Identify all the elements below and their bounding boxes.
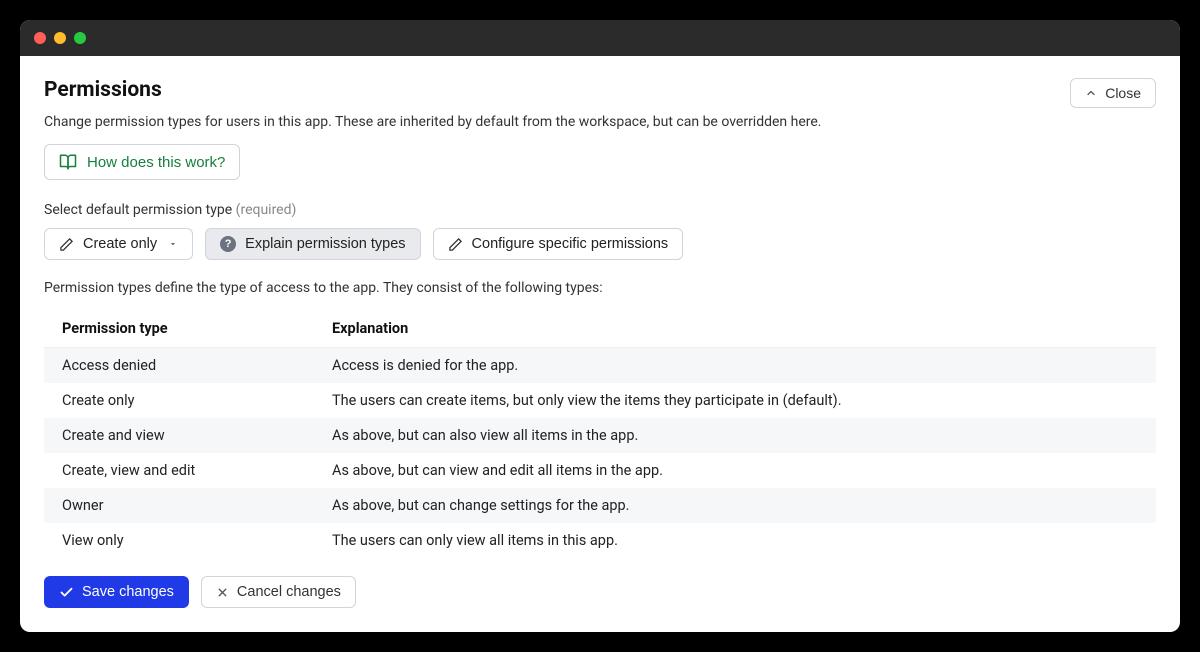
cell-expl: As above, but can view and edit all item…	[314, 453, 1156, 488]
cancel-label: Cancel changes	[237, 584, 341, 600]
close-label: Close	[1105, 85, 1141, 101]
types-description: Permission types define the type of acce…	[44, 280, 1156, 296]
header-row: Permissions Close	[44, 78, 1156, 108]
cell-expl: The users can only view all items in thi…	[314, 523, 1156, 558]
caret-down-icon	[168, 239, 178, 249]
help-circle-icon: ?	[220, 236, 236, 252]
cell-type: Access denied	[44, 348, 314, 384]
how-works-label: How does this work?	[87, 154, 225, 171]
cancel-button[interactable]: Cancel changes	[201, 576, 356, 608]
x-icon	[216, 586, 229, 599]
page-title: Permissions	[44, 78, 162, 102]
required-indicator: (required)	[236, 202, 297, 218]
cell-expl: The users can create items, but only vie…	[314, 383, 1156, 418]
table-row: Create and viewAs above, but can also vi…	[44, 418, 1156, 453]
titlebar	[20, 20, 1180, 56]
create-only-dropdown[interactable]: Create only	[44, 228, 193, 260]
how-works-button[interactable]: How does this work?	[44, 144, 240, 180]
col-header-type: Permission type	[44, 310, 314, 348]
cell-type: Create only	[44, 383, 314, 418]
content-area: Permissions Close Change permission type…	[20, 56, 1180, 632]
col-header-expl: Explanation	[314, 310, 1156, 348]
app-window: Permissions Close Change permission type…	[20, 20, 1180, 632]
window-close-dot[interactable]	[34, 32, 46, 44]
check-icon	[59, 585, 74, 600]
cell-type: View only	[44, 523, 314, 558]
table-body: Access deniedAccess is denied for the ap…	[44, 348, 1156, 559]
table-row: Access deniedAccess is denied for the ap…	[44, 348, 1156, 384]
pencil-icon	[448, 237, 463, 252]
save-label: Save changes	[82, 584, 174, 600]
table-row: Create, view and editAs above, but can v…	[44, 453, 1156, 488]
window-max-dot[interactable]	[74, 32, 86, 44]
configure-specific-button[interactable]: Configure specific permissions	[433, 228, 684, 260]
table-row: OwnerAs above, but can change settings f…	[44, 488, 1156, 523]
table-row: Create onlyThe users can create items, b…	[44, 383, 1156, 418]
configure-label: Configure specific permissions	[472, 236, 669, 252]
cell-expl: As above, but can change settings for th…	[314, 488, 1156, 523]
cell-type: Owner	[44, 488, 314, 523]
explain-types-button[interactable]: ? Explain permission types	[205, 228, 420, 260]
selector-label-text: Select default permission type	[44, 202, 232, 218]
cell-expl: Access is denied for the app.	[314, 348, 1156, 384]
subtitle-text: Change permission types for users in thi…	[44, 114, 1156, 130]
footer-buttons: Save changes Cancel changes	[44, 576, 1156, 608]
create-only-label: Create only	[83, 236, 157, 252]
book-icon	[59, 153, 77, 171]
table-row: View onlyThe users can only view all ite…	[44, 523, 1156, 558]
cell-type: Create and view	[44, 418, 314, 453]
chevron-up-icon	[1085, 87, 1097, 99]
cell-type: Create, view and edit	[44, 453, 314, 488]
selector-buttons: Create only ? Explain permission types C…	[44, 228, 1156, 260]
save-button[interactable]: Save changes	[44, 576, 189, 608]
selector-label: Select default permission type (required…	[44, 202, 1156, 218]
explain-label: Explain permission types	[245, 236, 405, 252]
pencil-icon	[59, 237, 74, 252]
window-min-dot[interactable]	[54, 32, 66, 44]
cell-expl: As above, but can also view all items in…	[314, 418, 1156, 453]
permission-types-table: Permission type Explanation Access denie…	[44, 310, 1156, 558]
close-button[interactable]: Close	[1070, 78, 1156, 108]
